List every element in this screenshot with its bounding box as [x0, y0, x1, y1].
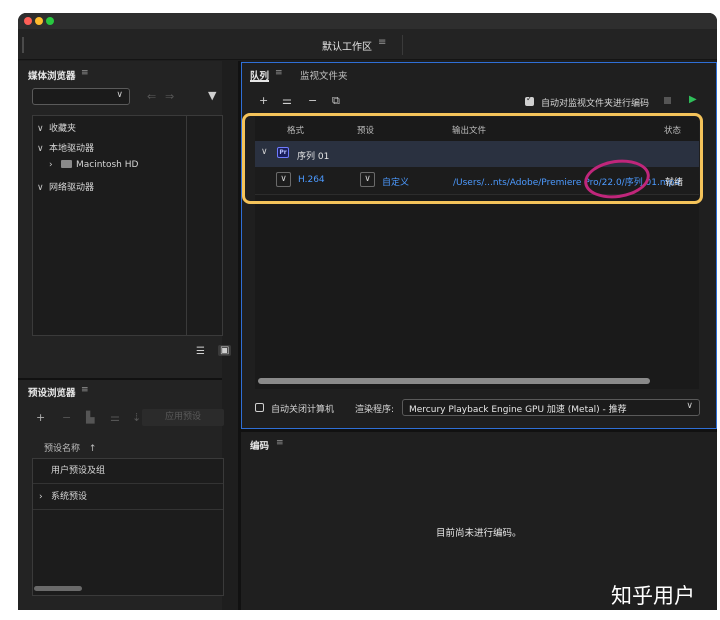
- renderer-label: 渲染程序:: [355, 405, 395, 415]
- renderer-value: Mercury Playback Engine GPU 加速 (Metal) -…: [409, 405, 627, 415]
- tree-item-favorites[interactable]: ∨ 收藏夹: [37, 121, 76, 134]
- divider: [402, 35, 403, 55]
- tab-indicator: [250, 80, 269, 82]
- tree-item-network-drives[interactable]: ∨ 网络驱动器: [37, 180, 94, 193]
- zoom-window-button[interactable]: [46, 17, 54, 25]
- tree-item-local-drives[interactable]: ∨ 本地驱动器: [37, 141, 94, 154]
- chevron-right-icon: ›: [39, 492, 43, 502]
- forward-arrow-icon[interactable]: ⇒: [165, 90, 174, 103]
- duplicate-icon[interactable]: ⧉: [332, 94, 340, 108]
- chevron-down-icon: ∨: [37, 124, 44, 134]
- grip-handle[interactable]: [22, 37, 24, 53]
- chevron-down-icon: ∨: [37, 144, 44, 154]
- preset-browser-title[interactable]: 预设浏览器: [28, 385, 76, 399]
- column-label: 预设名称: [44, 444, 81, 454]
- list-item[interactable]: › 系统预设: [33, 485, 223, 510]
- preset-name-column-header[interactable]: 预设名称 ↑: [44, 441, 96, 454]
- shutdown-checkbox[interactable]: [255, 403, 264, 412]
- apply-preset-button[interactable]: 应用预设: [142, 409, 224, 426]
- auto-encode-label: 自动对监视文件夹进行编码: [541, 99, 650, 109]
- horizontal-scrollbar[interactable]: [258, 378, 650, 384]
- folder-icon[interactable]: ▙: [86, 411, 94, 424]
- media-browser-title[interactable]: 媒体浏览器: [28, 68, 76, 82]
- minimize-window-button[interactable]: [35, 17, 43, 25]
- workspace-menu-icon[interactable]: ≡: [378, 37, 386, 48]
- thumbnail-view-icon[interactable]: ▣: [218, 345, 232, 356]
- back-arrow-icon[interactable]: ⇐: [147, 90, 156, 103]
- encoding-title[interactable]: 编码: [250, 438, 269, 452]
- add-icon[interactable]: +: [36, 411, 45, 424]
- workspace-title[interactable]: 默认工作区: [322, 38, 372, 53]
- encoding-status-message: 目前尚未进行编码。: [436, 528, 522, 539]
- tree-item-macintosh-hd[interactable]: › Macintosh HD: [49, 160, 138, 170]
- media-browser-menu-icon[interactable]: ≡: [81, 68, 89, 78]
- chevron-down-icon: ∨: [686, 401, 693, 411]
- tree-item-label: Macintosh HD: [76, 160, 139, 170]
- close-window-button[interactable]: [24, 17, 32, 25]
- list-item[interactable]: 用户预设及组: [33, 459, 223, 484]
- tab-watch-folders[interactable]: 监视文件夹: [300, 68, 348, 82]
- stop-icon[interactable]: [664, 97, 671, 104]
- divider[interactable]: [186, 116, 187, 335]
- tree-item-label: 收藏夹: [49, 124, 77, 134]
- auto-encode-checkbox[interactable]: [525, 94, 534, 106]
- title-bar: [18, 13, 717, 29]
- preset-group-label: 用户预设及组: [51, 466, 106, 476]
- sort-ascending-icon[interactable]: ↑: [89, 444, 97, 454]
- preset-settings-icon[interactable]: ⚌: [282, 94, 292, 107]
- import-icon[interactable]: ⇣: [132, 411, 141, 424]
- preset-group-label: 系统预设: [51, 492, 88, 502]
- renderer-dropdown[interactable]: Mercury Playback Engine GPU 加速 (Metal) -…: [402, 399, 700, 416]
- chevron-right-icon: ›: [49, 160, 53, 170]
- tree-item-label: 本地驱动器: [49, 144, 95, 154]
- encoding-menu-icon[interactable]: ≡: [276, 438, 284, 448]
- tree-item-label: 网络驱动器: [49, 183, 95, 193]
- location-dropdown[interactable]: ∨: [32, 88, 130, 105]
- remove-icon[interactable]: −: [308, 94, 317, 107]
- add-icon[interactable]: +: [259, 94, 268, 107]
- settings-icon[interactable]: ⚌: [110, 411, 120, 424]
- filter-icon[interactable]: ▼: [208, 89, 216, 102]
- shutdown-label: 自动关闭计算机: [271, 405, 335, 415]
- start-queue-icon[interactable]: ▶: [689, 94, 697, 105]
- workspace-bar: 默认工作区 ≡: [18, 29, 717, 60]
- list-view-icon[interactable]: ☰: [196, 346, 205, 357]
- queue-menu-icon[interactable]: ≡: [275, 68, 283, 78]
- preset-list: 用户预设及组 › 系统预设: [32, 458, 224, 596]
- chevron-down-icon: ∨: [37, 183, 44, 193]
- watermark: 知乎用户: [611, 584, 695, 608]
- hard-drive-icon: [61, 160, 72, 168]
- remove-icon[interactable]: −: [62, 411, 71, 424]
- chevron-down-icon: ∨: [116, 90, 123, 100]
- preset-browser-menu-icon[interactable]: ≡: [81, 385, 89, 395]
- scrollbar[interactable]: [34, 586, 82, 591]
